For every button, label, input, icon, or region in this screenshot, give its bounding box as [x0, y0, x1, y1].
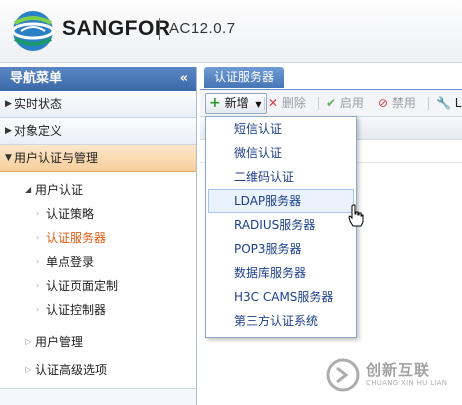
watermark-text: 创新互联	[366, 361, 431, 379]
enable-button-label: 启用	[339, 96, 364, 110]
navigation-sidebar: 导航菜单 « ▶ 实时状态 ▶ 对象定义 ▼ 用户认证与管理 ◢ 用户认证 › …	[0, 67, 197, 405]
watermark-subtext: CHUANG XIN HU LIAN	[366, 379, 448, 387]
tree-group-label: 用户认证	[35, 183, 84, 197]
enable-button[interactable]: ✔ 启用	[326, 90, 364, 116]
toolbar-divider	[428, 97, 429, 110]
delete-button[interactable]: ✕ 删除	[268, 90, 306, 116]
tree-group-user-management[interactable]: ▷ 用户管理	[0, 330, 196, 354]
tree-item-label: 单点登录	[46, 255, 95, 269]
product-version: AC12.0.7	[169, 20, 236, 37]
nav-section-label: 对象定义	[14, 124, 63, 138]
nav-section-realtime-status[interactable]: ▶ 实时状态	[0, 91, 196, 118]
caret-down-icon: ▼	[255, 100, 262, 109]
tree-item-label: 认证策略	[46, 207, 95, 221]
chevron-right-icon: ›	[36, 233, 40, 242]
tree-group-user-auth[interactable]: ◢ 用户认证	[0, 178, 196, 202]
tree-collapsed-icon: ▷	[25, 337, 32, 346]
nav-section-object-definition[interactable]: ▶ 对象定义	[0, 118, 196, 145]
disable-button-label: 禁用	[391, 96, 416, 110]
sangfor-logo-icon	[11, 11, 55, 51]
add-dropdown-menu: 短信认证 微信认证 二维码认证 LDAP服务器 RADIUS服务器 POP3服务…	[205, 116, 357, 338]
chevron-right-icon: ›	[36, 257, 40, 266]
tree-item-auth-controller[interactable]: › 认证控制器	[0, 298, 196, 322]
toolbar-divider	[264, 97, 265, 110]
tree-item-sso[interactable]: › 单点登录	[0, 250, 196, 274]
tree-expanded-icon: ◢	[25, 185, 32, 194]
chevron-right-icon: ›	[36, 209, 40, 218]
chevron-right-icon: ›	[36, 305, 40, 314]
brand-name: SANGFOR	[62, 17, 171, 40]
chevron-down-icon: ▼	[5, 153, 12, 163]
tree-item-auth-policy[interactable]: › 认证策略	[0, 202, 196, 226]
tree-group-auth-advanced[interactable]: ▷ 认证高级选项	[0, 358, 196, 382]
toolbar: + 新增 ▼ ✕ 删除 ✔ 启用 ⊘ 禁用 🔧 L	[200, 90, 462, 117]
plus-icon: +	[209, 95, 221, 111]
nav-section-user-auth-management[interactable]: ▼ 用户认证与管理	[0, 145, 196, 172]
delete-x-icon: ✕	[268, 96, 279, 110]
collapse-sidebar-icon[interactable]: «	[180, 67, 188, 91]
toolbar-divider	[318, 97, 319, 110]
tree-group-label: 用户管理	[35, 335, 84, 349]
tree-item-auth-page-custom[interactable]: › 认证页面定制	[0, 274, 196, 298]
chevron-right-icon: ›	[36, 281, 40, 290]
tree-collapsed-icon: ▷	[25, 365, 32, 374]
watermark-logo-icon	[326, 358, 360, 392]
watermark: 创新互联 CHUANG XIN HU LIAN	[326, 356, 456, 396]
checkmark-icon: ✔	[326, 96, 337, 110]
nav-section-label: 实时状态	[14, 97, 63, 111]
ban-icon: ⊘	[378, 96, 389, 110]
tab-auth-server[interactable]: 认证服务器	[204, 67, 285, 88]
tree-item-label: 认证页面定制	[46, 279, 119, 293]
nav-section-body: ◢ 用户认证 › 认证策略 › 认证服务器 › 单点登录 › 认证页面定制 › …	[0, 172, 196, 389]
nav-section-label: 用户认证与管理	[14, 151, 99, 165]
menu-item-pop3-server[interactable]: POP3服务器	[206, 237, 356, 261]
chevron-right-icon: ▶	[5, 126, 12, 136]
menu-item-third-party-auth[interactable]: 第三方认证系统	[206, 309, 356, 333]
menu-item-radius-server[interactable]: RADIUS服务器	[206, 213, 356, 237]
hand-cursor-icon	[348, 204, 364, 227]
menu-item-ldap-server[interactable]: LDAP服务器	[208, 189, 354, 213]
ldap-tool-label: L	[454, 96, 462, 110]
tree-item-auth-server[interactable]: › 认证服务器	[0, 226, 196, 250]
delete-button-label: 删除	[281, 96, 306, 110]
menu-item-database-server[interactable]: 数据库服务器	[206, 261, 356, 285]
ldap-tool-button[interactable]: 🔧 L	[436, 90, 461, 116]
menu-item-h3c-cams-server[interactable]: H3C CAMS服务器	[206, 285, 356, 309]
sidebar-title: 导航菜单 «	[0, 67, 196, 91]
tree-group-label: 认证高级选项	[35, 363, 108, 377]
tree-item-label: 认证服务器	[46, 231, 107, 245]
add-button[interactable]: + 新增 ▼	[205, 93, 267, 114]
add-button-label: 新增	[224, 96, 249, 110]
menu-item-sms-auth[interactable]: 短信认证	[206, 117, 356, 141]
brand-divider	[159, 18, 160, 40]
chevron-right-icon: ▶	[5, 99, 12, 109]
menu-item-wechat-auth[interactable]: 微信认证	[206, 141, 356, 165]
wrench-icon: 🔧	[436, 96, 451, 110]
sidebar-title-label: 导航菜单	[10, 71, 63, 86]
tab-bar: 认证服务器	[200, 67, 462, 90]
tree-item-label: 认证控制器	[46, 303, 107, 317]
app-header: SANGFOR AC12.0.7	[0, 0, 462, 63]
menu-item-qrcode-auth[interactable]: 二维码认证	[206, 165, 356, 189]
disable-button[interactable]: ⊘ 禁用	[378, 90, 416, 116]
